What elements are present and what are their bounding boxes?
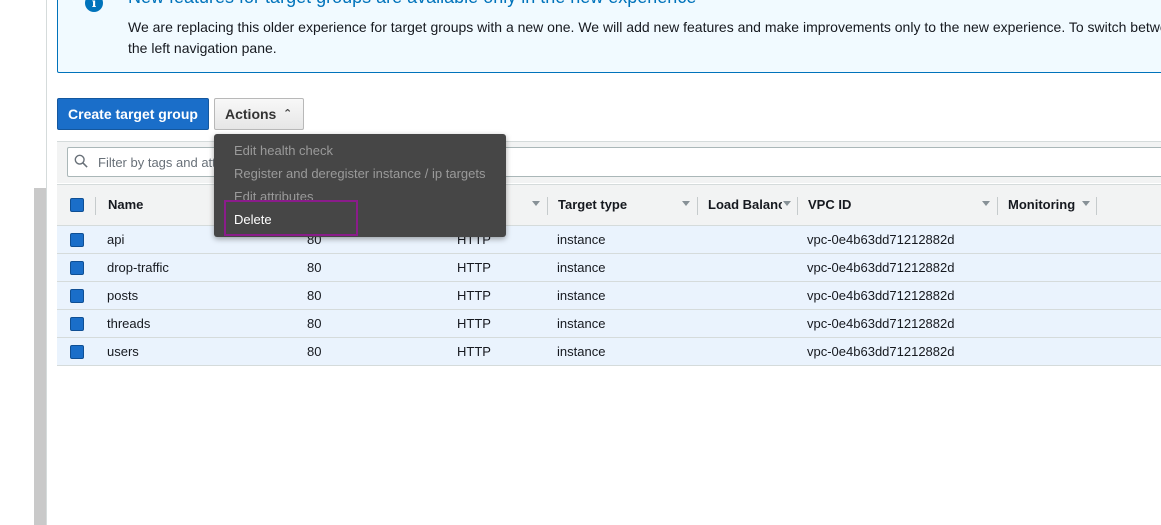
cell-protocol: HTTP [457,316,491,331]
row-checkbox[interactable] [70,317,84,331]
table-row[interactable]: drop-traffic 80 HTTP instance vpc-0e4b63… [57,254,1161,282]
cell-target-type: instance [557,232,606,247]
cell-name: users [107,344,139,359]
select-all-checkbox[interactable] [70,198,84,212]
cell-vpc-id: vpc-0e4b63dd71212882d [807,232,955,247]
column-header-target-type[interactable]: Target type [558,185,627,225]
sort-caret-icon[interactable] [682,201,690,206]
cell-port: 80 [307,344,322,359]
actions-menu: Edit health check Register and deregiste… [214,134,506,237]
row-checkbox[interactable] [70,289,84,303]
column-separator [797,197,798,215]
row-checkbox[interactable] [70,233,84,247]
actions-button[interactable]: Actions ⌃ [214,98,304,130]
chevron-up-icon: ⌃ [283,108,293,120]
cell-protocol: HTTP [457,260,491,275]
cell-protocol: HTTP [457,288,491,303]
table-row[interactable]: posts 80 HTTP instance vpc-0e4b63dd71212… [57,282,1161,310]
sort-caret-icon[interactable] [532,201,540,206]
nav-scrollbar[interactable] [34,188,46,525]
search-icon [74,154,88,168]
cell-vpc-id: vpc-0e4b63dd71212882d [807,260,955,275]
cell-protocol: HTTP [457,344,491,359]
cell-name: threads [107,316,151,331]
table-row[interactable]: users 80 HTTP instance vpc-0e4b63dd71212… [57,338,1161,366]
column-separator [997,197,998,215]
menu-item-register-targets[interactable]: Register and deregister instance / ip ta… [234,166,485,181]
cell-vpc-id: vpc-0e4b63dd71212882d [807,288,955,303]
cell-port: 80 [307,316,322,331]
row-checkbox[interactable] [70,345,84,359]
target-groups-page: i New features for target groups are ava… [0,0,1161,525]
cell-port: 80 [307,260,322,275]
sort-caret-icon[interactable] [982,201,990,206]
column-separator [1096,197,1097,215]
menu-item-edit-health-check[interactable]: Edit health check [234,143,333,158]
info-banner: i New features for target groups are ava… [57,0,1161,73]
column-separator [547,197,548,215]
column-header-name[interactable]: Name [108,185,143,225]
nav-divider [46,0,47,525]
left-nav-collapsed [0,0,34,525]
cell-port: 80 [307,288,322,303]
create-target-group-button[interactable]: Create target group [57,98,209,130]
cell-target-type: instance [557,260,606,275]
column-header-vpc-id[interactable]: VPC ID [808,185,851,225]
delete-highlight-box [224,200,358,236]
cell-name: api [107,232,125,247]
sort-caret-icon[interactable] [1082,201,1090,206]
cell-vpc-id: vpc-0e4b63dd71212882d [807,344,955,359]
sort-caret-icon[interactable] [783,201,791,206]
column-header-load-balancer[interactable]: Load Balanc [708,185,782,225]
cell-target-type: instance [557,288,606,303]
banner-title: New features for target groups are avail… [128,0,696,8]
cell-vpc-id: vpc-0e4b63dd71212882d [807,316,955,331]
table-row[interactable]: threads 80 HTTP instance vpc-0e4b63dd712… [57,310,1161,338]
column-separator [95,197,96,215]
actions-button-label: Actions [225,106,277,122]
info-icon: i [85,0,103,12]
cell-target-type: instance [557,344,606,359]
cell-name: drop-traffic [107,260,169,275]
column-header-monitoring[interactable]: Monitoring [1008,185,1075,225]
column-separator [697,197,698,215]
cell-target-type: instance [557,316,606,331]
banner-body: We are replacing this older experience f… [128,19,1161,56]
row-checkbox[interactable] [70,261,84,275]
cell-name: posts [107,288,139,303]
